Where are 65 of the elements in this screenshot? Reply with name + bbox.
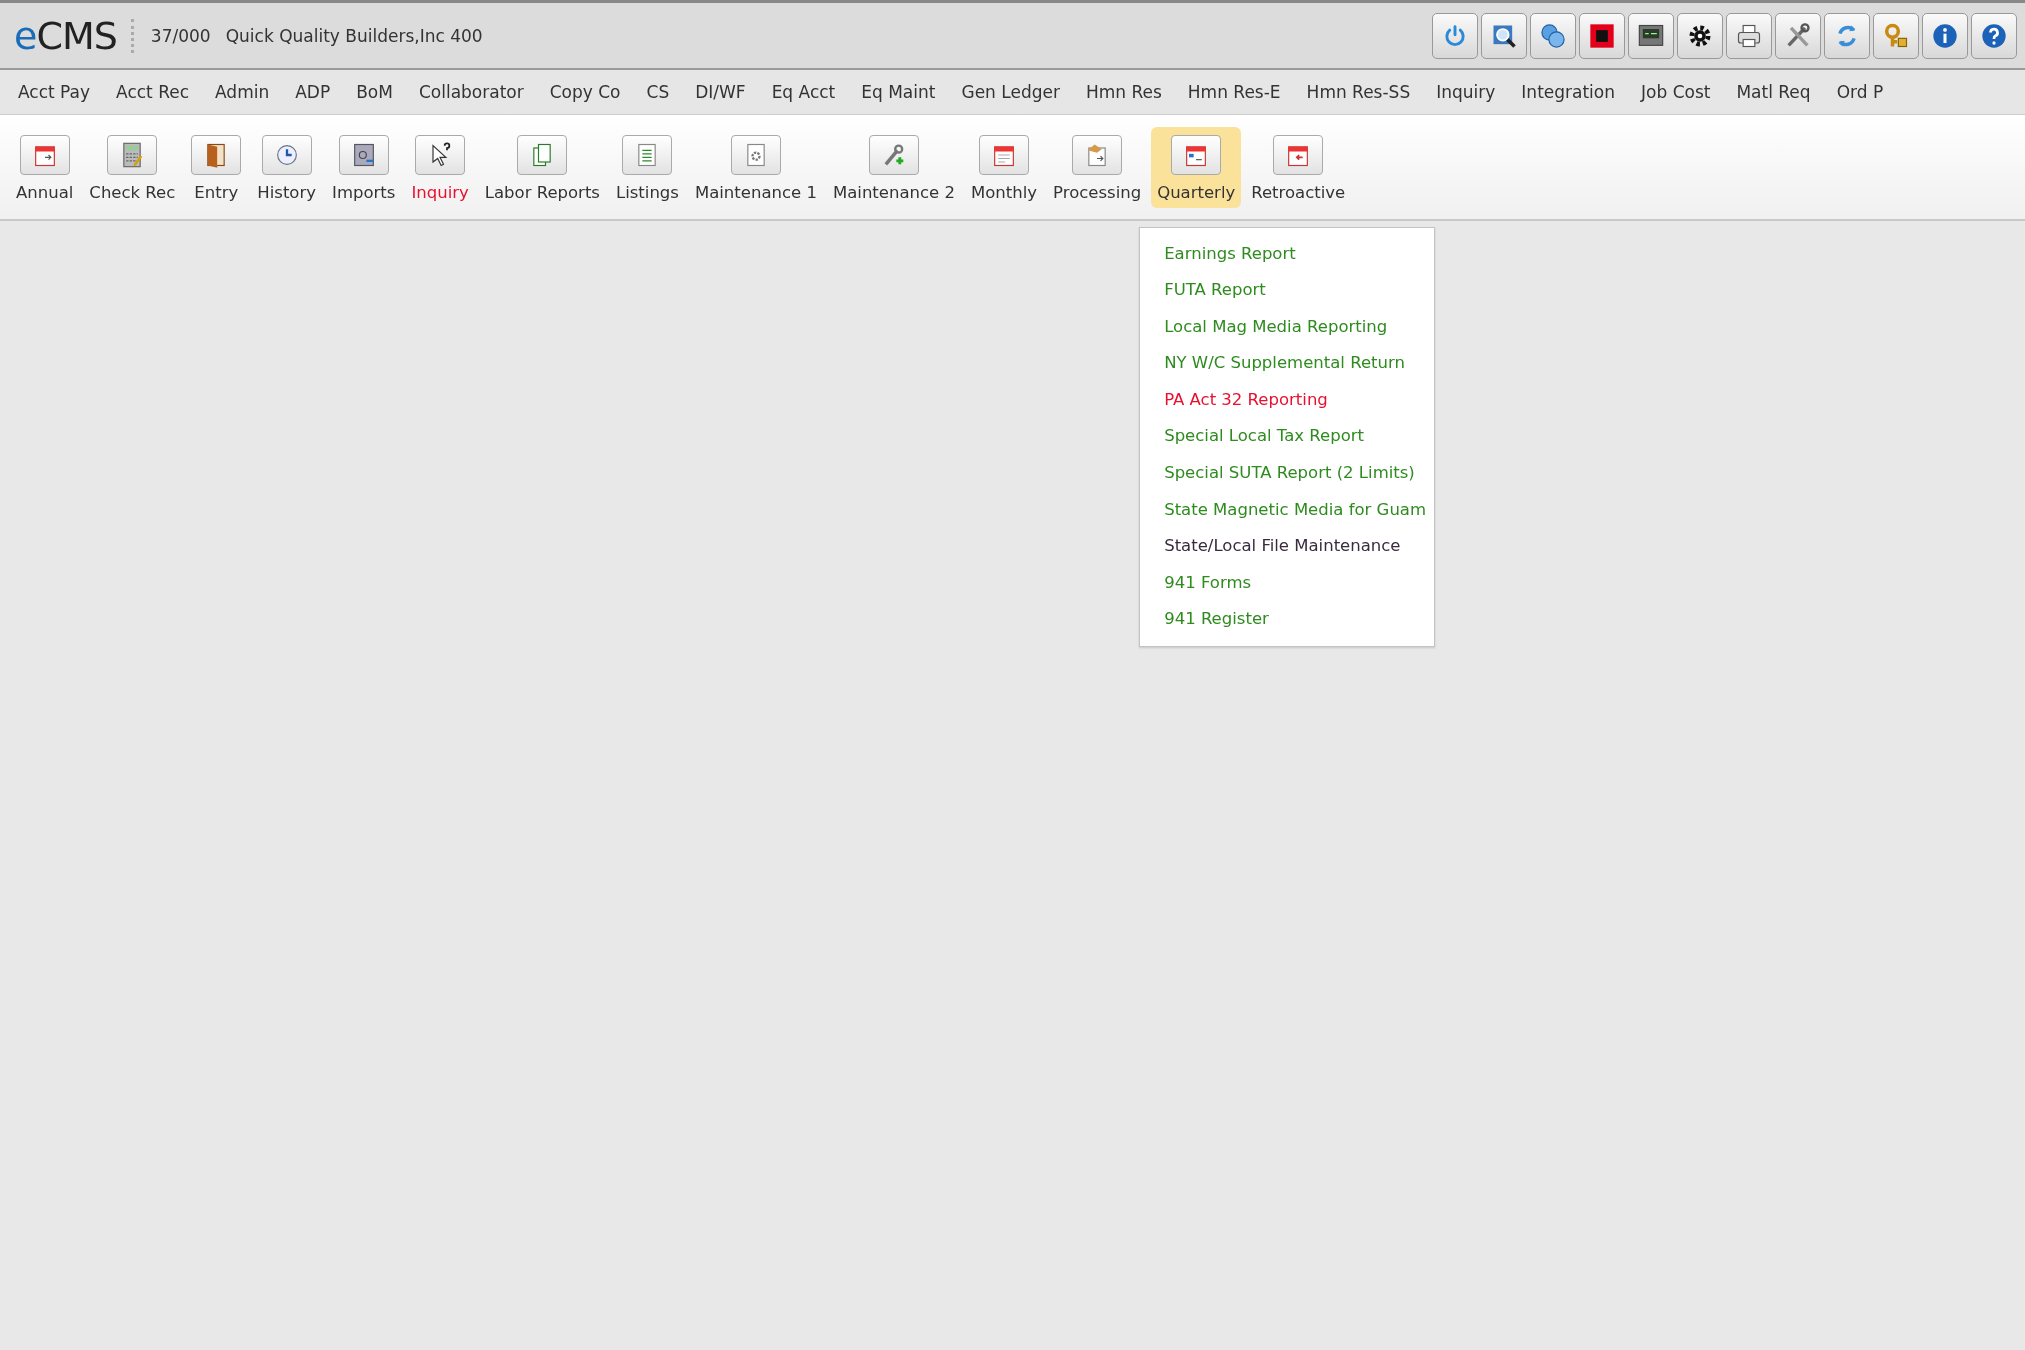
refresh-button[interactable] <box>1824 12 1870 59</box>
power-button[interactable] <box>1432 12 1478 59</box>
menu-item[interactable]: Acct Pay <box>18 82 91 102</box>
toolbar-button[interactable]: Check Rec <box>83 126 182 208</box>
toolbar-button[interactable]: Imports <box>326 126 402 208</box>
menu-item[interactable]: DI/WF <box>695 82 746 102</box>
toolbar-button[interactable]: Inquiry <box>405 126 475 208</box>
menu-item[interactable]: BoM <box>356 82 393 102</box>
dropdown-item[interactable]: Earnings Report <box>1164 235 1425 273</box>
menu-item[interactable]: Gen Ledger <box>961 82 1060 102</box>
menu-item[interactable]: Eq Maint <box>861 82 936 102</box>
printer-button[interactable] <box>1726 12 1772 59</box>
menu-item[interactable]: Hmn Res <box>1085 82 1162 102</box>
menu-item[interactable]: CS <box>646 82 670 102</box>
dropdown-item[interactable]: 941 Register <box>1164 601 1425 639</box>
dropdown-item[interactable]: 941 Forms <box>1164 564 1425 602</box>
settings-button[interactable] <box>1677 12 1723 59</box>
dropdown-item[interactable]: PA Act 32 Reporting <box>1164 381 1425 419</box>
dropdown-item[interactable]: Special Local Tax Report <box>1164 418 1425 456</box>
globe-button[interactable] <box>1530 12 1576 59</box>
key-button[interactable] <box>1873 12 1919 59</box>
menu-item[interactable]: Eq Acct <box>771 82 836 102</box>
toolbar-button[interactable]: Listings <box>609 126 685 208</box>
toolbar-button[interactable]: Annual <box>10 126 80 208</box>
dropdown-item[interactable]: State Magnetic Media for Guam <box>1164 491 1425 529</box>
app-logo: eCMS <box>14 13 117 58</box>
menu-item[interactable]: Admin <box>215 82 270 102</box>
globe-icon <box>1539 21 1567 50</box>
toolbar-button[interactable]: Labor Reports <box>478 126 606 208</box>
key-icon <box>1882 21 1910 50</box>
company-name: Quick Quality Builders,Inc 400 <box>225 25 483 46</box>
toolbar-button[interactable]: Processing <box>1047 126 1148 208</box>
menu-item[interactable]: Hmn Res-E <box>1187 82 1281 102</box>
menu-item[interactable]: Ord P <box>1836 82 1884 102</box>
monitor-button[interactable] <box>1628 12 1674 59</box>
menu-item[interactable]: Copy Co <box>549 82 621 102</box>
toolbar-button[interactable]: Maintenance 2 <box>826 126 961 208</box>
menu-item[interactable]: ADP <box>295 82 331 102</box>
dropdown-item[interactable]: NY W/C Supplemental Return <box>1164 345 1425 382</box>
help-button[interactable] <box>1971 12 2017 59</box>
toolbar-button[interactable]: Entry <box>185 126 248 208</box>
dropdown-item[interactable]: Local Mag Media Reporting <box>1164 308 1425 346</box>
menu-item[interactable]: Collaborator <box>418 82 524 102</box>
dropdown-item[interactable]: Special SUTA Report (2 Limits) <box>1164 455 1425 492</box>
toolbar-button[interactable]: Retroactive <box>1245 126 1352 208</box>
menu-item[interactable]: Matl Req <box>1736 82 1811 102</box>
dropdown-item[interactable]: FUTA Report <box>1164 272 1425 309</box>
toolbar-button[interactable]: Monthly <box>964 126 1044 208</box>
menu-item[interactable]: Integration <box>1521 82 1616 102</box>
search-button[interactable] <box>1481 12 1527 59</box>
stop-icon <box>1588 21 1616 50</box>
menu-item[interactable]: Acct Rec <box>116 82 189 102</box>
toolbar-button[interactable]: Quarterly <box>1151 126 1242 208</box>
help-icon <box>1980 21 2008 50</box>
menu-item[interactable]: Inquiry <box>1436 82 1496 102</box>
stop-button[interactable] <box>1579 12 1625 59</box>
dropdown-item[interactable]: State/Local File Maintenance <box>1164 528 1425 565</box>
company-code: 37/000 <box>150 25 211 46</box>
info-button[interactable] <box>1922 12 1968 59</box>
info-icon <box>1931 21 1959 50</box>
menu-item[interactable]: Hmn Res-SS <box>1306 82 1411 102</box>
menu-item[interactable]: Job Cost <box>1641 82 1711 102</box>
toolbar-button[interactable]: Maintenance 1 <box>688 126 823 208</box>
tools-button[interactable] <box>1775 12 1821 59</box>
toolbar-button[interactable]: History <box>251 126 322 208</box>
